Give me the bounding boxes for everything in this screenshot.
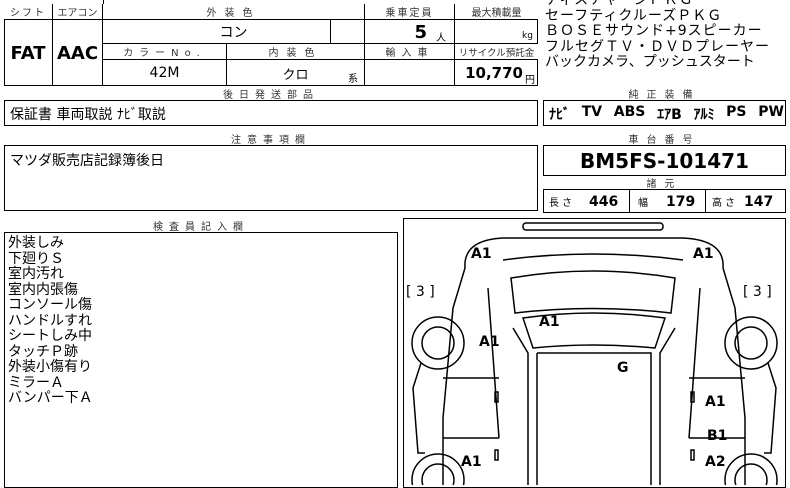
label-roof: G xyxy=(617,360,629,376)
import-value xyxy=(365,60,455,86)
later-parts-header: 後日発送部品 xyxy=(4,86,538,101)
left-inner-line-shape xyxy=(487,287,500,439)
wheel-front-left-shape xyxy=(411,316,465,370)
width-label: 幅 xyxy=(638,198,648,209)
inspector-lines: 外装しみ 下廻りＳ 室内汚れ 室内内張傷 コンソール傷 ハンドルすれ シートしみ… xyxy=(8,235,93,407)
inspector-line: 室内汚れ xyxy=(8,266,64,282)
roof-shape xyxy=(536,352,652,485)
front-nose-shape xyxy=(464,237,724,269)
equipment-item: TV xyxy=(581,104,603,120)
inspector-line: 外装しみ xyxy=(8,235,64,251)
equipment-items: ﾅﾋﾞ TV ABS ｴｱB ｱﾙﾐ PS PW xyxy=(549,104,784,124)
equipment-item: ｱﾙﾐ xyxy=(693,107,715,123)
inspector-line: シートしみ中 xyxy=(8,328,92,344)
left-side-shape xyxy=(442,267,466,485)
inspector-line: バンパー下Ａ xyxy=(8,390,93,406)
equipment-item: ｴｱB xyxy=(657,107,682,123)
length-value: 446 xyxy=(589,193,619,210)
right-inner-line-shape xyxy=(688,287,701,439)
wheel-front-right-shape xyxy=(724,316,778,370)
car-diagram: A1 A1 [ 3 ] [ 3 ] A1 A1 G A1 B1 A1 A2 xyxy=(406,222,778,485)
inspector-line: 室内内張傷 xyxy=(8,281,78,298)
option-line: バックカメラ、プッシュスタート xyxy=(545,54,755,70)
inspector-header: 検査員記入欄 xyxy=(4,218,398,233)
grille-line-shape xyxy=(502,253,684,261)
label-left-fender: A1 xyxy=(479,334,500,350)
chassis-number: BM5FS-101471 xyxy=(543,146,786,176)
option-line: ＢＯＳＥサウンド+9スピーカー xyxy=(545,23,763,39)
recycle-label: リサイクル預託金 xyxy=(455,44,538,60)
top-stub-lines xyxy=(103,0,538,4)
spec-height: 高さ 147 xyxy=(706,190,786,213)
equipment-header: 純正装備 xyxy=(543,86,786,101)
height-label: 高さ xyxy=(712,198,738,209)
interior-suffix: 系 xyxy=(348,74,358,85)
label-front-right: A1 xyxy=(693,246,714,262)
label-right-door-rear: B1 xyxy=(707,428,727,444)
width-value: 179 xyxy=(666,193,696,210)
equipment-item: PS xyxy=(726,104,747,120)
label-right-bracket: [ 3 ] xyxy=(743,284,772,300)
inspector-line: タッチＰ跡 xyxy=(8,343,78,360)
label-left-rear: A1 xyxy=(461,454,482,470)
recycle-value: 10,770 xyxy=(465,64,523,82)
height-value: 147 xyxy=(744,193,774,210)
inspector-line: 下廻りＳ xyxy=(8,250,64,267)
interior-color-value: クロ xyxy=(227,60,365,86)
capacity-border xyxy=(365,20,455,44)
later-parts-value: 保証書 車両取説 ﾅﾋﾞ取説 xyxy=(10,107,166,123)
inspector-line: ハンドルすれ xyxy=(8,312,92,329)
spec-width: 幅 179 xyxy=(630,190,706,213)
exterior-color-value: コン xyxy=(103,20,365,44)
hood-shape xyxy=(510,270,676,314)
notes-value: マツダ販売店記録簿後日 xyxy=(10,153,164,169)
aircon-value: AAC xyxy=(53,20,103,86)
inspector-line: コンソール傷 xyxy=(8,297,92,313)
spec-header: 諸元 xyxy=(543,176,786,190)
front-bumper-shape xyxy=(522,222,664,231)
length-label: 長さ xyxy=(549,198,575,209)
notes-header: 注意事項欄 xyxy=(4,131,538,146)
label-left-bracket: [ 3 ] xyxy=(406,284,435,300)
color-no-value: 42M xyxy=(103,60,227,86)
label-hood: A1 xyxy=(539,314,560,330)
chassis-header: 車台番号 xyxy=(543,131,786,146)
exterior-color-label: 外装色 xyxy=(103,4,365,20)
color-no-label: カラーNo. xyxy=(103,44,227,60)
capacity-label: 乗車定員 xyxy=(365,4,455,20)
left-door-shape xyxy=(412,362,425,454)
shift-value: FAT xyxy=(4,20,53,86)
option-line: セーフティクルーズＰＫＧ xyxy=(545,7,723,24)
inspector-line: 外装小傷有り xyxy=(8,359,92,375)
max-load-label: 最大積載量 xyxy=(455,4,538,20)
import-label: 輸入車 xyxy=(365,44,455,60)
equipment-item: ﾅﾋﾞ xyxy=(549,107,570,123)
wheel-rear-right-shape xyxy=(724,453,778,485)
spec-length: 長さ 446 xyxy=(543,190,630,213)
inspector-line: ミラーＡ xyxy=(8,374,64,391)
equipment-item: PW xyxy=(758,104,784,120)
options-list: ティスチャージＰＫＧ セーフティクルーズＰＫＧ ＢＯＳＥサウンド+9スピーカー … xyxy=(545,0,790,71)
option-line: フルセグＴＶ・ＤＶＤプレーヤー xyxy=(545,38,770,55)
right-side-shape xyxy=(722,267,746,485)
shift-label: シフト xyxy=(4,4,53,20)
right-door-shape xyxy=(764,362,777,454)
interior-color-label: 内装色 xyxy=(227,44,365,60)
label-front-left: A1 xyxy=(471,246,492,262)
exterior-inner-divider xyxy=(330,20,331,44)
aircon-label: エアコン xyxy=(53,4,103,20)
wheel-rear-left-shape xyxy=(411,453,465,485)
label-right-rear: A2 xyxy=(705,454,726,470)
max-load-border xyxy=(455,20,538,44)
equipment-item: ABS xyxy=(613,104,646,120)
recycle-unit: 円 xyxy=(525,75,535,86)
label-right-door-front: A1 xyxy=(705,394,726,410)
